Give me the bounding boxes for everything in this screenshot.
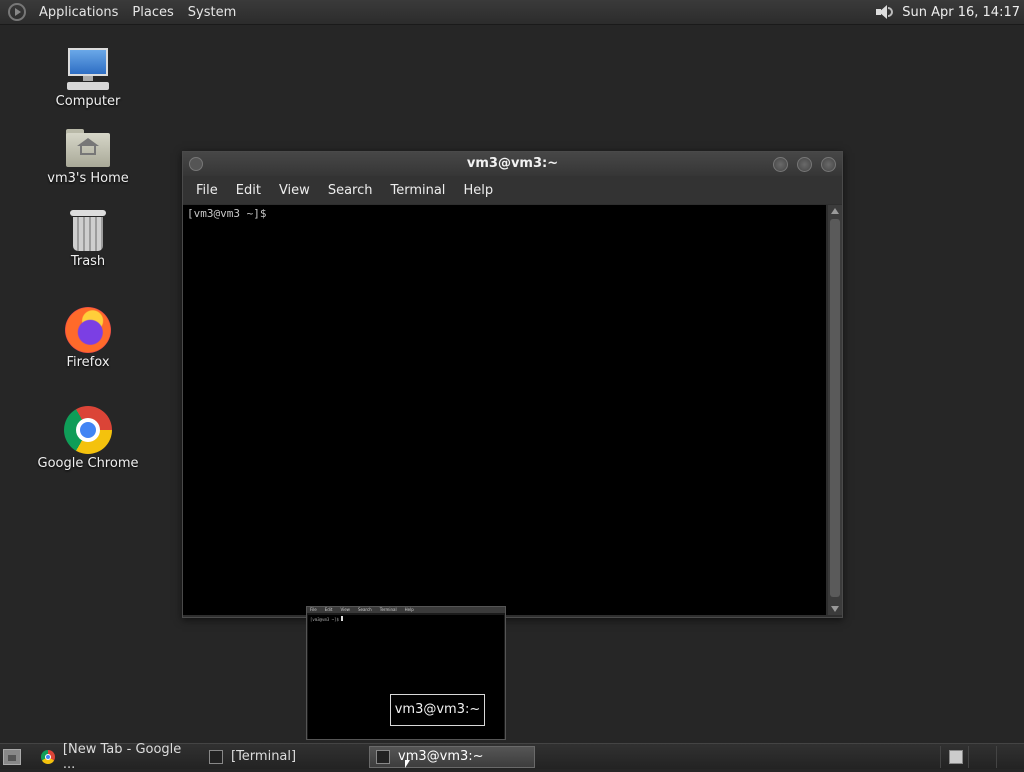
mouse-pointer-icon [405, 760, 410, 768]
close-button[interactable] [821, 157, 836, 172]
window-tooltip: vm3@vm3:~ [390, 694, 485, 726]
preview-prompt: [vm3@vm3 ~]$ [310, 617, 339, 622]
notification-area: Sun Apr 16, 14:17 [874, 3, 1024, 21]
scroll-thumb[interactable] [830, 219, 840, 597]
preview-menu-item: Search [357, 607, 372, 612]
desktop-icon-trash[interactable]: Trash [33, 208, 143, 269]
volume-icon[interactable] [874, 3, 894, 21]
desktop-icon-computer[interactable]: Computer [33, 46, 143, 109]
preview-menubar: File Edit View Search Terminal Help [307, 607, 505, 613]
shell-prompt: [vm3@vm3 ~]$ [187, 207, 267, 220]
chrome-icon [41, 749, 55, 764]
desktop-icon-firefox[interactable]: Firefox [33, 307, 143, 370]
workspace-1[interactable] [940, 745, 968, 768]
minimize-button[interactable] [773, 157, 788, 172]
menu-file[interactable]: File [187, 183, 227, 198]
taskbar-item-chrome[interactable]: [New Tab - Google ... [35, 742, 203, 772]
terminal-output[interactable]: [vm3@vm3 ~]$ [183, 205, 826, 615]
preview-menu-item: File [310, 607, 317, 612]
maximize-button[interactable] [797, 157, 812, 172]
home-folder-icon [66, 129, 110, 169]
menu-terminal[interactable]: Terminal [381, 183, 454, 198]
window-titlebar[interactable]: vm3@vm3:~ [183, 152, 842, 176]
desktop-icon-label: Computer [55, 94, 121, 109]
desktop-icon-label: Google Chrome [37, 456, 139, 471]
scroll-up-icon[interactable] [831, 208, 839, 214]
desktop-icon-label: vm3's Home [47, 171, 129, 186]
trash-icon [70, 210, 106, 252]
menu-view[interactable]: View [270, 183, 319, 198]
bottom-panel: [New Tab - Google ... [Terminal] vm3@vm3… [0, 742, 1024, 772]
menu-edit[interactable]: Edit [227, 183, 270, 198]
workspace-2[interactable] [968, 745, 996, 768]
taskbar-item-label: vm3@vm3:~ [398, 749, 484, 764]
taskbar-item-terminal[interactable]: [Terminal] [203, 746, 369, 768]
desktop-icon-home[interactable]: vm3's Home [33, 126, 143, 186]
preview-menu-item: Help [404, 607, 414, 612]
chrome-icon [64, 406, 112, 454]
top-panel: Applications Places System Sun Apr 16, 1… [0, 0, 1024, 25]
app-menu-logo-icon[interactable] [8, 3, 26, 21]
terminal-window: vm3@vm3:~ File Edit View Search Terminal… [182, 151, 843, 618]
workspace-switcher [940, 745, 1024, 768]
text-cursor [341, 616, 344, 621]
terminal-icon [209, 749, 223, 764]
clock[interactable]: Sun Apr 16, 14:17 [902, 5, 1020, 20]
workspace-3[interactable] [996, 745, 1024, 768]
menu-system[interactable]: System [181, 5, 243, 20]
firefox-icon [65, 307, 111, 353]
preview-menu-item: Edit [324, 607, 333, 612]
taskbar-item-label: [Terminal] [231, 749, 297, 764]
preview-menu-item: Terminal [379, 607, 397, 612]
taskbar-item-terminal-active[interactable]: vm3@vm3:~ [369, 745, 535, 768]
menu-applications[interactable]: Applications [32, 5, 125, 20]
scroll-down-icon[interactable] [831, 606, 839, 612]
computer-icon [65, 46, 111, 92]
menu-help[interactable]: Help [454, 183, 502, 198]
desktop-icon-label: Firefox [66, 355, 110, 370]
menu-search[interactable]: Search [319, 183, 382, 198]
window-title: vm3@vm3:~ [466, 156, 559, 171]
terminal-menubar: File Edit View Search Terminal Help [183, 176, 842, 204]
menu-places[interactable]: Places [125, 5, 180, 20]
desktop-icon-chrome[interactable]: Google Chrome [33, 406, 143, 471]
preview-menu-item: View [340, 607, 350, 612]
terminal-icon [376, 749, 390, 764]
taskbar-item-label: [New Tab - Google ... [62, 741, 182, 772]
terminal-scrollbar[interactable] [828, 205, 842, 615]
show-desktop-icon[interactable] [3, 748, 21, 765]
desktop-icon-label: Trash [70, 254, 106, 269]
